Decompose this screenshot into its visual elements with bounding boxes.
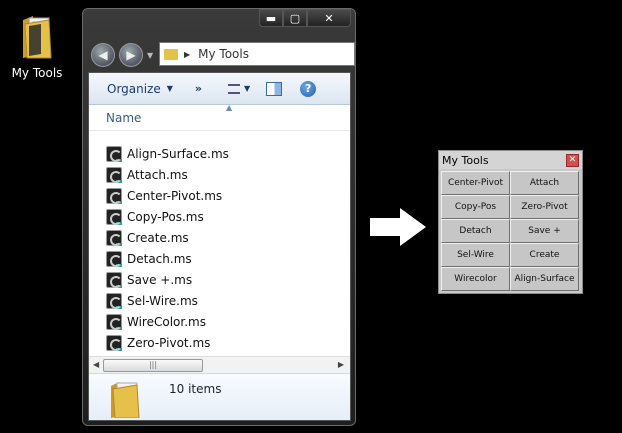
file-name: Align-Surface.ms [127, 146, 229, 161]
detach-button[interactable]: Detach [441, 219, 510, 243]
close-icon[interactable]: ✕ [566, 153, 579, 167]
file-name: Save +.ms [127, 272, 193, 287]
my-tools-panel: My Tools ✕ Center-Pivot Attach Copy-Pos … [438, 150, 583, 294]
minimize-button[interactable]: ▬ [259, 9, 283, 27]
file-name: Center-Pivot.ms [127, 188, 223, 203]
horizontal-scrollbar[interactable]: ◀ ||| ▶ [89, 356, 350, 373]
center-pivot-button[interactable]: Center-Pivot [441, 171, 510, 195]
close-button[interactable]: ✕ [307, 9, 351, 27]
maxscript-file-icon [106, 313, 122, 330]
forward-button[interactable]: ▶ [119, 43, 143, 67]
column-header-label: Name [106, 111, 142, 125]
list-item[interactable]: Copy-Pos.ms [106, 206, 229, 227]
file-name: Attach.ms [127, 167, 188, 182]
preview-pane-icon[interactable] [266, 81, 283, 96]
copy-pos-button[interactable]: Copy-Pos [441, 195, 510, 219]
explorer-window: ▬ ▢ ✕ ◀ ▶ ▼ ▶ My Tools Organize ▼ » ▼ ? [82, 8, 356, 426]
desktop-icon-label: My Tools [11, 66, 63, 80]
panel-title-bar[interactable]: My Tools ✕ [439, 151, 582, 169]
command-bar: Organize ▼ » ▼ ? [89, 73, 350, 105]
sel-wire-button[interactable]: Sel-Wire [441, 243, 510, 267]
folder-icon [19, 14, 55, 60]
organize-button[interactable]: Organize ▼ [107, 82, 173, 96]
folder-icon [164, 48, 178, 60]
save-plus-button[interactable]: Save + [510, 219, 579, 243]
file-list: Align-Surface.ms Attach.ms Center-Pivot.… [106, 143, 229, 353]
help-icon[interactable]: ? [300, 80, 317, 97]
breadcrumb-arrow-icon[interactable]: ▶ [184, 50, 190, 59]
details-pane: 10 items [89, 373, 350, 420]
list-item[interactable]: Align-Surface.ms [106, 143, 229, 164]
arrow-right-icon [370, 208, 426, 246]
list-item[interactable]: WireColor.ms [106, 311, 229, 332]
attach-button[interactable]: Attach [510, 171, 579, 195]
arrow-right-icon: ▶ [126, 48, 136, 62]
align-surface-button[interactable]: Align-Surface [510, 267, 579, 291]
scroll-right-icon[interactable]: ▶ [338, 360, 344, 369]
address-path: My Tools [198, 47, 249, 61]
maxscript-file-icon [106, 166, 122, 183]
scroll-left-icon[interactable]: ◀ [93, 360, 99, 369]
address-bar[interactable]: ▶ My Tools [159, 42, 355, 66]
file-name: WireColor.ms [127, 314, 206, 329]
item-count: 10 items [169, 382, 222, 396]
change-view-button[interactable]: ▼ [228, 83, 251, 94]
caption-buttons: ▬ ▢ ✕ [259, 9, 351, 29]
back-button[interactable]: ◀ [91, 43, 115, 67]
maxscript-file-icon [106, 208, 122, 225]
wirecolor-button[interactable]: Wirecolor [441, 267, 510, 291]
more-commands-button[interactable]: » [195, 82, 202, 95]
maxscript-file-icon [106, 145, 122, 162]
file-name: Detach.ms [127, 251, 192, 266]
create-button[interactable]: Create [510, 243, 579, 267]
explorer-content: Organize ▼ » ▼ ? ▲ Name Align-Surface.ms… [88, 72, 351, 421]
maxscript-file-icon [106, 250, 122, 267]
maxscript-file-icon [106, 334, 122, 351]
organize-label: Organize [107, 81, 161, 96]
tool-button-grid: Center-Pivot Attach Copy-Pos Zero-Pivot … [439, 169, 582, 293]
scrollbar-thumb[interactable]: ||| [103, 359, 203, 372]
maxscript-file-icon [106, 187, 122, 204]
panel-title: My Tools [442, 153, 489, 167]
list-item[interactable]: Create.ms [106, 227, 229, 248]
list-item[interactable]: Center-Pivot.ms [106, 185, 229, 206]
list-item[interactable]: Detach.ms [106, 248, 229, 269]
arrow-left-icon: ◀ [98, 48, 108, 62]
view-list-icon [228, 83, 241, 94]
zero-pivot-button[interactable]: Zero-Pivot [510, 195, 579, 219]
file-name: Zero-Pivot.ms [127, 335, 211, 350]
file-name: Sel-Wire.ms [127, 293, 198, 308]
file-name: Create.ms [127, 230, 189, 245]
list-item[interactable]: Zero-Pivot.ms [106, 332, 229, 353]
chevron-down-icon: ▼ [166, 84, 173, 93]
sort-ascending-icon: ▲ [226, 103, 233, 112]
column-header-name[interactable]: ▲ Name [89, 103, 350, 131]
list-item[interactable]: Sel-Wire.ms [106, 290, 229, 311]
maxscript-file-icon [106, 229, 122, 246]
maximize-button[interactable]: ▢ [283, 9, 307, 27]
file-name: Copy-Pos.ms [127, 209, 204, 224]
folder-icon [111, 382, 140, 418]
maxscript-file-icon [106, 292, 122, 309]
maxscript-file-icon [106, 271, 122, 288]
recent-pages-dropdown[interactable]: ▼ [147, 51, 153, 60]
list-item[interactable]: Save +.ms [106, 269, 229, 290]
desktop-folder-my-tools[interactable]: My Tools [6, 14, 68, 80]
list-item[interactable]: Attach.ms [106, 164, 229, 185]
chevron-down-icon: ▼ [244, 84, 251, 93]
